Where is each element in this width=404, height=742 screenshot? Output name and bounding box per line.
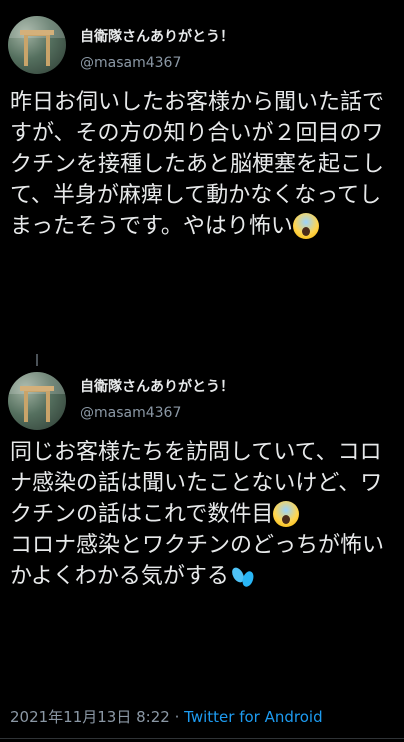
tweet-text: 昨日お伺いしたお客様から聞いた話ですが、その方の知り合いが２回目のワクチンを接種… (10, 87, 398, 242)
tweet-text: 同じお客様たちを訪問していて、コロナ感染の話は聞いたことないけど、ワクチンの話は… (10, 437, 398, 592)
sweat-droplets-icon (229, 563, 255, 589)
thread-connector (36, 354, 38, 366)
avatar[interactable] (8, 16, 66, 74)
tweet-body-text: 昨日お伺いしたお客様から聞いた話ですが、その方の知り合いが２回目のワクチンを接種… (10, 90, 385, 239)
user-handle[interactable]: @masam4367 (80, 405, 181, 421)
face-screaming-in-fear-icon (292, 213, 319, 239)
divider (0, 738, 404, 739)
timestamp[interactable]: 2021年11月13日 8:22 (10, 708, 170, 726)
face-screaming-in-fear-icon (273, 501, 300, 527)
display-name[interactable]: 自衛隊さんありがとう！ (80, 376, 234, 396)
tweet-body-text-part1: 同じお客様たちを訪問していて、コロナ感染の話は聞いたことないけど、ワクチンの話は… (10, 440, 383, 527)
meta-separator: · (174, 708, 180, 726)
display-name[interactable]: 自衛隊さんありがとう！ (80, 26, 234, 46)
tweet-meta: 2021年11月13日 8:22 · Twitter for Android (10, 706, 323, 727)
source-app-link[interactable]: Twitter for Android (184, 708, 322, 726)
avatar[interactable] (8, 372, 66, 430)
user-handle[interactable]: @masam4367 (80, 55, 181, 71)
tweet-body-text-part2: コロナ感染とワクチンのどっちが怖いかよくわかる気がする (10, 533, 385, 589)
